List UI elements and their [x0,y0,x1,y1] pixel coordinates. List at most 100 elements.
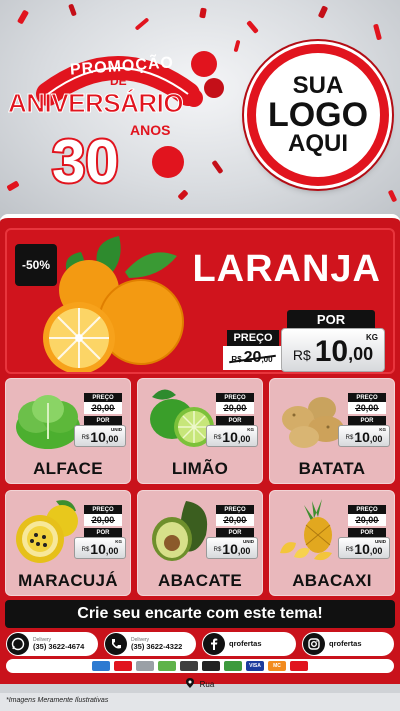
featured-product-card[interactable]: -50% LARANJA POR PREÇO R$ 20,00 KG R$ 10 … [5,228,395,374]
visa-icon: VISA [246,661,264,671]
old-price: 20,00 [84,514,122,526]
product-card[interactable]: PREÇO 20,00 POR UNID R$ 10 ,00 ALFACE [5,378,131,484]
product-name: ABACATE [158,571,242,590]
current-price: KG R$ 10 ,00 [338,425,390,447]
price-unit: UNID [243,539,254,544]
price-unit: KG [115,539,122,544]
confetti [317,5,329,19]
por-label: POR [216,416,254,425]
promo-years-label: ANOS [130,122,171,138]
price-currency: R$ [81,547,90,553]
logo-text-line2: LOGO [267,96,369,134]
preco-label: PREÇO [84,393,122,402]
price-unit: UNID [111,427,122,432]
contacts-bar: Delivery (35) 3622-4674 Delivery (35) 36… [0,632,400,656]
card-icon [224,661,242,671]
price-currency: R$ [213,547,222,553]
mastercard-icon: MC [268,661,286,671]
price-unit: KG [366,333,378,342]
whatsapp-contact[interactable]: Delivery (35) 3622-4674 [6,632,98,656]
price-int: 10 [354,429,370,445]
card-icon [202,661,220,671]
price-unit: KG [379,427,386,432]
disclaimer: *Imagens Meramente Ilustrativas [6,697,109,704]
footer-bar: *Imagens Meramente Ilustrativas [0,693,400,711]
por-label: POR [84,528,122,537]
facebook-contact[interactable]: qrofertas [202,632,296,656]
confetti [134,17,150,31]
old-price-value: 20,00 [354,515,379,525]
instagram-contact[interactable]: qrofertas [302,632,394,656]
header-banner: 30 PROMOÇÃO DE ANIVERSÁRIO 30 ANOS SUA L… [0,0,400,218]
preco-label: PREÇO [348,393,386,402]
confetti [199,7,207,19]
old-price: 20,00 [216,514,254,526]
phone-contact[interactable]: Delivery (35) 3622-4322 [104,632,196,656]
price-int: 10 [354,541,370,557]
product-card[interactable]: PREÇO 20,00 POR KG R$ 10 ,00 LIMÃO [137,378,263,484]
confetti [16,9,30,25]
contact-value: (35) 3622-4322 [131,641,183,651]
card-icon [158,661,176,671]
old-price-value: 20,00 [354,403,379,413]
old-price: 20,00 [216,402,254,414]
price-currency: R$ [213,435,222,441]
price-int: 10 [90,541,106,557]
old-price-value: 20,00 [90,515,115,525]
old-price: R$ 20,00 [223,346,283,370]
promo-line2: DE [110,74,127,88]
featured-product-name: LARANJA [192,248,381,290]
price-dec: ,00 [348,344,374,364]
contact-value: qrofertas [229,639,262,649]
product-name: BATATA [298,459,366,478]
price-int: 10 [222,429,238,445]
price-int: 10 [222,541,238,557]
price-tag: PREÇO 20,00 POR KG R$ 10 ,00 [206,393,258,451]
price-unit: KG [247,427,254,432]
anniversary-promo-badge: 30 PROMOÇÃO DE ANIVERSÁRIO 30 ANOS [7,42,230,197]
product-card[interactable]: PREÇO 20,00 POR KG R$ 10 ,00 BATATA [269,378,395,484]
old-price: 20,00 [348,514,386,526]
current-price: UNID R$ 10 ,00 [206,537,258,559]
old-price: 20,00 [348,402,386,414]
old-price: 20,00 [84,402,122,414]
product-name: MARACUJÁ [18,571,118,590]
price-tag: PREÇO 20,00 POR KG R$ 10 ,00 [74,505,126,563]
featured-price-tag: POR PREÇO R$ 20,00 KG R$ 10 ,00 [223,306,387,372]
facebook-icon [203,633,225,655]
current-price: UNID R$ 10 ,00 [74,425,126,447]
price-currency: R$ [345,435,354,441]
contact-value: qrofertas [329,639,362,649]
price-currency: R$ [292,347,311,363]
current-price: KG R$ 10 ,00 [281,328,385,372]
old-price-value: 20,00 [222,515,247,525]
price-tag: PREÇO 20,00 POR UNID R$ 10 ,00 [74,393,126,451]
price-dec: ,00 [237,434,251,444]
whatsapp-icon [7,633,29,655]
price-int: 10 [314,335,349,368]
old-price-value: 20,00 [90,403,115,413]
preco-label: PREÇO [216,505,254,514]
current-price: KG R$ 10 ,00 [74,537,126,559]
card-icon [290,661,308,671]
product-name: ABACAXI [292,571,372,590]
card-icon [180,661,198,671]
confetti [233,39,241,53]
price-currency: R$ [345,547,354,553]
product-name: LIMÃO [171,459,229,478]
old-price-dec: ,00 [261,355,273,364]
product-card[interactable]: PREÇO 20,00 POR KG R$ 10 ,00 MARACUJÁ [5,490,131,596]
price-tag: PREÇO 20,00 POR UNID R$ 10 ,00 [206,505,258,563]
address-line: Rua [0,676,400,692]
current-price: KG R$ 10 ,00 [206,425,258,447]
product-card[interactable]: PREÇO 20,00 POR UNID R$ 10 ,00 ABACATE [137,490,263,596]
price-dec: ,00 [105,546,119,556]
create-flyer-button[interactable]: Crie seu encarte com este tema! [5,600,395,628]
product-card[interactable]: PREÇO 20,00 POR UNID R$ 10 ,00 ABACAXI [269,490,395,596]
card-icon [114,661,132,671]
por-label: POR [287,310,375,328]
por-label: POR [348,416,386,425]
price-dec: ,00 [369,434,383,444]
preco-label: PREÇO [216,393,254,402]
por-label: POR [216,528,254,537]
